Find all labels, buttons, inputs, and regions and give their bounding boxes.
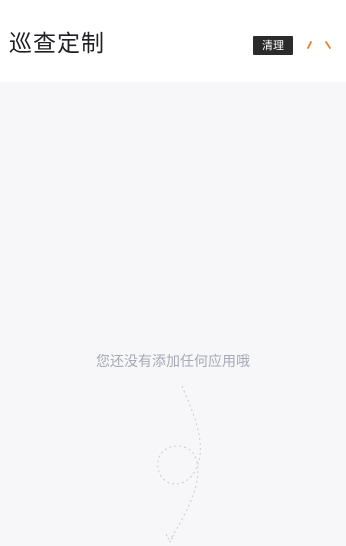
page-title: 巡查定制: [9, 31, 105, 57]
loading-ticks-icon[interactable]: [300, 34, 340, 58]
clear-button[interactable]: 清理: [253, 36, 293, 55]
page: 巡查定制 清理 您还没有添加任何应用哦: [0, 0, 346, 546]
empty-state-area: 您还没有添加任何应用哦: [0, 82, 346, 546]
empty-state-message: 您还没有添加任何应用哦: [96, 354, 250, 370]
header-bar: 巡查定制 清理: [0, 0, 346, 82]
dotted-path-illustration: [157, 385, 201, 544]
